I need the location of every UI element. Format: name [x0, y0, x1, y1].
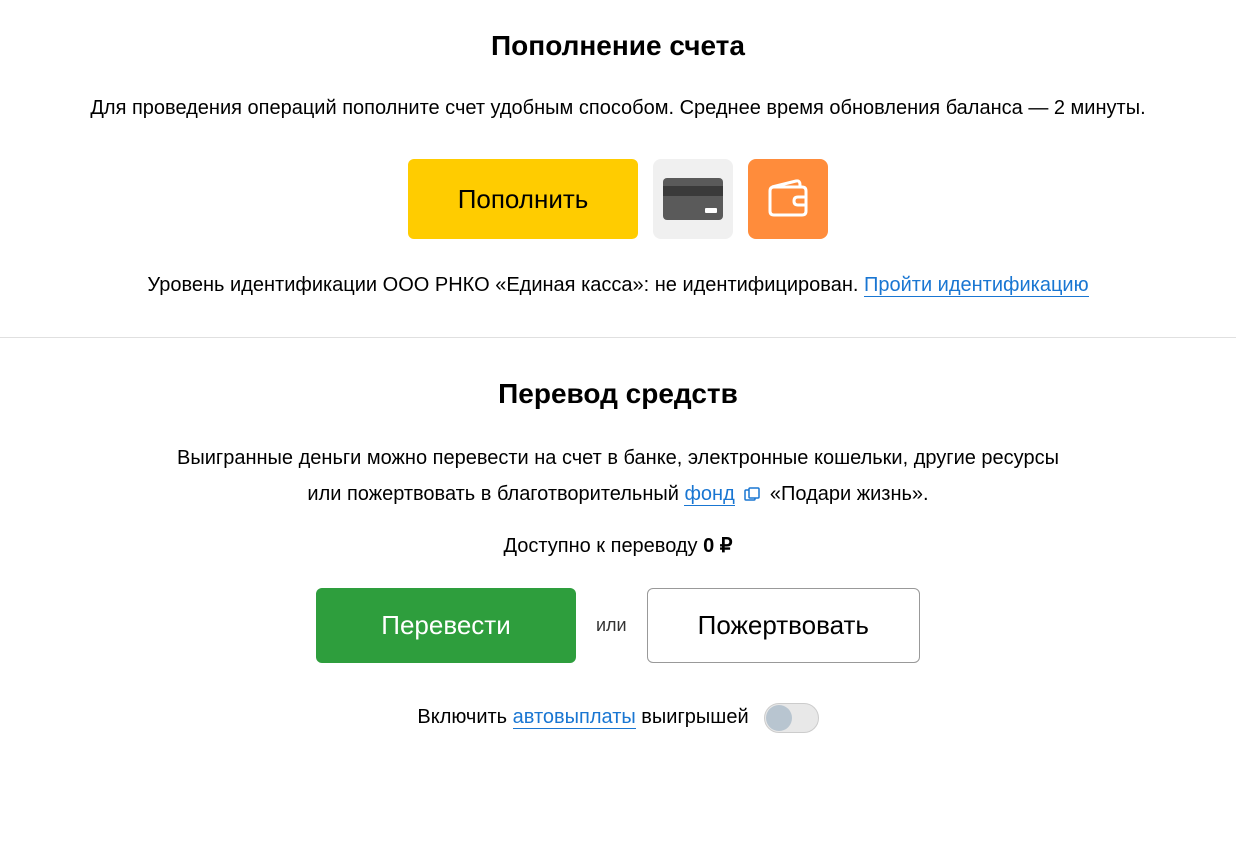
autopay-toggle[interactable] — [764, 703, 819, 733]
section-divider — [0, 337, 1236, 338]
transfer-description: Выигранные деньги можно перевести на сче… — [20, 440, 1216, 513]
deposit-section: Пополнение счета Для проведения операций… — [0, 0, 1236, 327]
autopay-link[interactable]: автовыплаты — [513, 706, 636, 729]
transfer-action-row: Перевести или Пожертвовать — [20, 588, 1216, 663]
deposit-button[interactable]: Пополнить — [408, 159, 639, 239]
available-amount-value: 0 ₽ — [703, 535, 732, 557]
transfer-button[interactable]: Перевести — [316, 588, 576, 663]
credit-card-icon — [663, 178, 723, 220]
available-amount-text: Доступно к переводу 0 ₽ — [20, 533, 1216, 558]
card-payment-option[interactable] — [653, 159, 733, 239]
deposit-description: Для проведения операций пополните счет у… — [20, 92, 1216, 124]
donate-button[interactable]: Пожертвовать — [647, 588, 920, 663]
deposit-button-row: Пополнить — [20, 159, 1216, 239]
autopay-label: Включить автовыплаты выигрышей — [417, 706, 748, 729]
wallet-icon — [764, 175, 812, 223]
transfer-section: Перевод средств Выигранные деньги можно … — [0, 348, 1236, 763]
deposit-title: Пополнение счета — [20, 30, 1216, 62]
autopay-row: Включить автовыплаты выигрышей — [20, 703, 1216, 733]
or-label: или — [596, 615, 627, 636]
transfer-title: Перевод средств — [20, 378, 1216, 410]
transfer-desc-line1: Выигранные деньги можно перевести на сче… — [20, 440, 1216, 476]
identification-status: Уровень идентификации ООО РНКО «Единая к… — [20, 274, 1216, 297]
transfer-desc-line2: или пожертвовать в благотворительный фон… — [20, 476, 1216, 513]
external-link-icon — [744, 477, 760, 513]
fund-link[interactable]: фонд — [684, 483, 734, 506]
identification-prefix: Уровень идентификации ООО РНКО «Единая к… — [147, 274, 864, 296]
wallet-payment-option[interactable] — [748, 159, 828, 239]
toggle-knob — [766, 705, 792, 731]
identification-link[interactable]: Пройти идентификацию — [864, 274, 1089, 297]
